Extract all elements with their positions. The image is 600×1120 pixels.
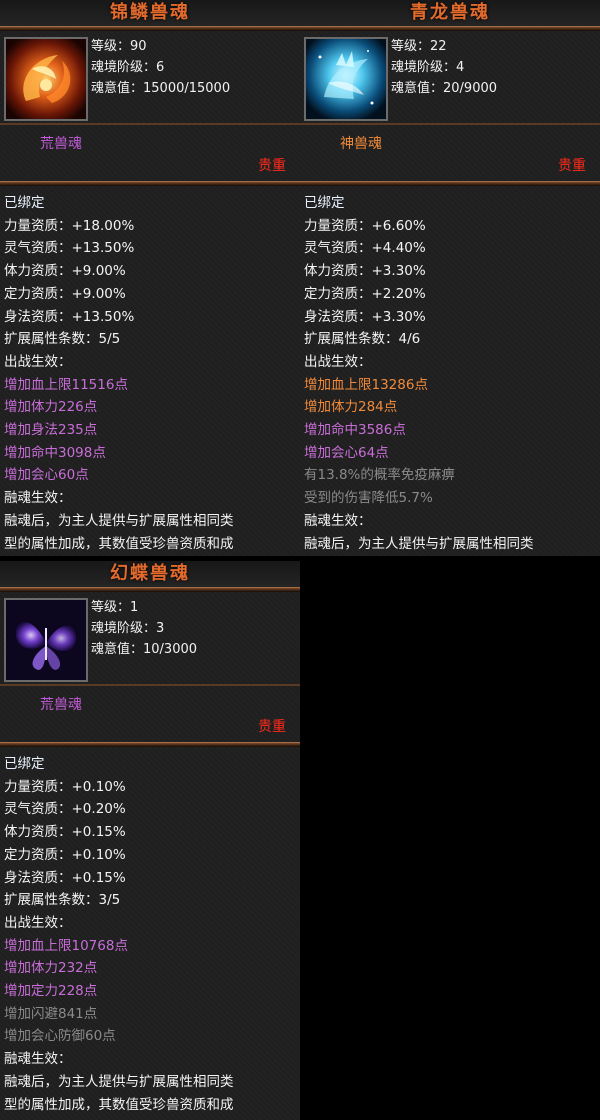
fire-koi-spirit-icon[interactable]: [4, 37, 88, 121]
level-text: 等级：90: [91, 39, 147, 54]
fuse-description: 融魂后，为主人提供与扩展属性相同类: [304, 535, 534, 552]
level-text: 等级：22: [391, 39, 447, 54]
effect-line: 增加血上限13286点: [304, 376, 428, 393]
battle-effect-label: 出战生效：: [304, 353, 372, 370]
attr-stamina: 体力资质：+3.30%: [304, 263, 426, 280]
attr-stamina: 体力资质：+9.00%: [4, 263, 126, 280]
fuse-effect-label: 融魂生效：: [4, 1051, 72, 1068]
attr-spirit: 灵气资质：+4.40%: [304, 240, 426, 257]
effect-line: 增加命中3586点: [304, 422, 406, 439]
effect-line: 增加体力232点: [4, 960, 98, 977]
bound-status: 已绑定: [4, 756, 45, 772]
attr-agility: 身法资质：+13.50%: [4, 308, 135, 325]
beast-soul-card-qinglong: 青龙兽魂 等级：22 魂境阶级：4 魂意值：20/9000 神兽魂 贵重 已绑定…: [300, 0, 600, 556]
card-title: 锦鳞兽魂: [0, 0, 300, 26]
phantom-butterfly-spirit-icon[interactable]: [4, 598, 88, 682]
effect-line: 增加血上限10768点: [4, 937, 128, 954]
level-text: 等级：1: [91, 600, 139, 615]
azure-dragon-spirit-icon[interactable]: [304, 37, 388, 121]
inactive-effect-line: 增加闪避841点: [4, 1005, 98, 1022]
beast-soul-card-huandie: 幻蝶兽魂 等级：1 魂境阶级：3 魂意值：10/3000 荒兽魂 贵重 已绑定 …: [0, 561, 300, 1120]
bound-status: 已绑定: [304, 195, 345, 211]
attr-strength: 力量资质：+18.00%: [4, 217, 135, 234]
effect-line: 增加命中3098点: [4, 444, 106, 461]
fuse-effect-label: 融魂生效：: [4, 490, 72, 507]
effect-line: 增加血上限11516点: [4, 376, 128, 393]
rarity-label: 贵重: [258, 158, 286, 174]
ext-attr-count: 扩展属性条数：5/5: [4, 331, 121, 348]
attr-strength: 力量资质：+0.10%: [4, 778, 126, 795]
tier-text: 魂境阶级：6: [91, 60, 165, 75]
special-effect-line: 有13.8%的概率免疫麻痹: [304, 467, 455, 484]
fuse-effect-label: 融魂生效：: [304, 512, 372, 529]
battle-effect-label: 出战生效：: [4, 914, 72, 931]
soul-value-text: 魂意值：20/9000: [391, 81, 498, 96]
fuse-description: 型的属性加成，其数值受珍兽资质和成: [4, 535, 234, 552]
special-effect-line: 受到的伤害降低5.7%: [304, 490, 433, 507]
ext-attr-count: 扩展属性条数：4/6: [304, 331, 421, 348]
battle-effect-label: 出战生效：: [4, 353, 72, 370]
tier-text: 魂境阶级：3: [91, 621, 165, 636]
fuse-description: 型的属性加成，其数值受珍兽资质和成: [4, 1096, 234, 1113]
attr-spirit: 灵气资质：+0.20%: [4, 801, 126, 818]
soul-type-label: 神兽魂: [340, 136, 382, 152]
attr-agility: 身法资质：+3.30%: [304, 308, 426, 325]
attr-focus: 定力资质：+2.20%: [304, 285, 426, 302]
rarity-label: 贵重: [558, 158, 586, 174]
bound-status: 已绑定: [4, 195, 45, 211]
card-title: 幻蝶兽魂: [0, 561, 300, 587]
effect-line: 增加会心60点: [4, 467, 89, 484]
attr-spirit: 灵气资质：+13.50%: [4, 240, 135, 257]
fuse-description: 融魂后，为主人提供与扩展属性相同类: [4, 512, 234, 529]
fuse-description: 融魂后，为主人提供与扩展属性相同类: [4, 1073, 234, 1090]
effect-line: 增加定力228点: [4, 983, 98, 1000]
effect-line: 增加体力226点: [4, 399, 98, 416]
effect-line: 增加体力284点: [304, 399, 398, 416]
soul-value-text: 魂意值：10/3000: [91, 642, 198, 657]
inactive-effect-line: 增加会心防御60点: [4, 1028, 116, 1045]
attr-focus: 定力资质：+0.10%: [4, 846, 126, 863]
attr-strength: 力量资质：+6.60%: [304, 217, 426, 234]
soul-value-text: 魂意值：15000/15000: [91, 81, 231, 96]
card-title: 青龙兽魂: [300, 0, 600, 26]
effect-line: 增加会心64点: [304, 444, 389, 461]
attr-agility: 身法资质：+0.15%: [4, 869, 126, 886]
soul-type-label: 荒兽魂: [40, 697, 82, 713]
ext-attr-count: 扩展属性条数：3/5: [4, 892, 121, 909]
rarity-label: 贵重: [258, 719, 286, 735]
attr-focus: 定力资质：+9.00%: [4, 285, 126, 302]
attr-stamina: 体力资质：+0.15%: [4, 824, 126, 841]
effect-line: 增加身法235点: [4, 422, 98, 439]
soul-type-label: 荒兽魂: [40, 136, 82, 152]
tier-text: 魂境阶级：4: [391, 60, 465, 75]
beast-soul-card-jinlin: 锦鳞兽魂 等级：90 魂境阶级：6 魂意值：15000/15000 荒兽魂 贵重…: [0, 0, 300, 556]
